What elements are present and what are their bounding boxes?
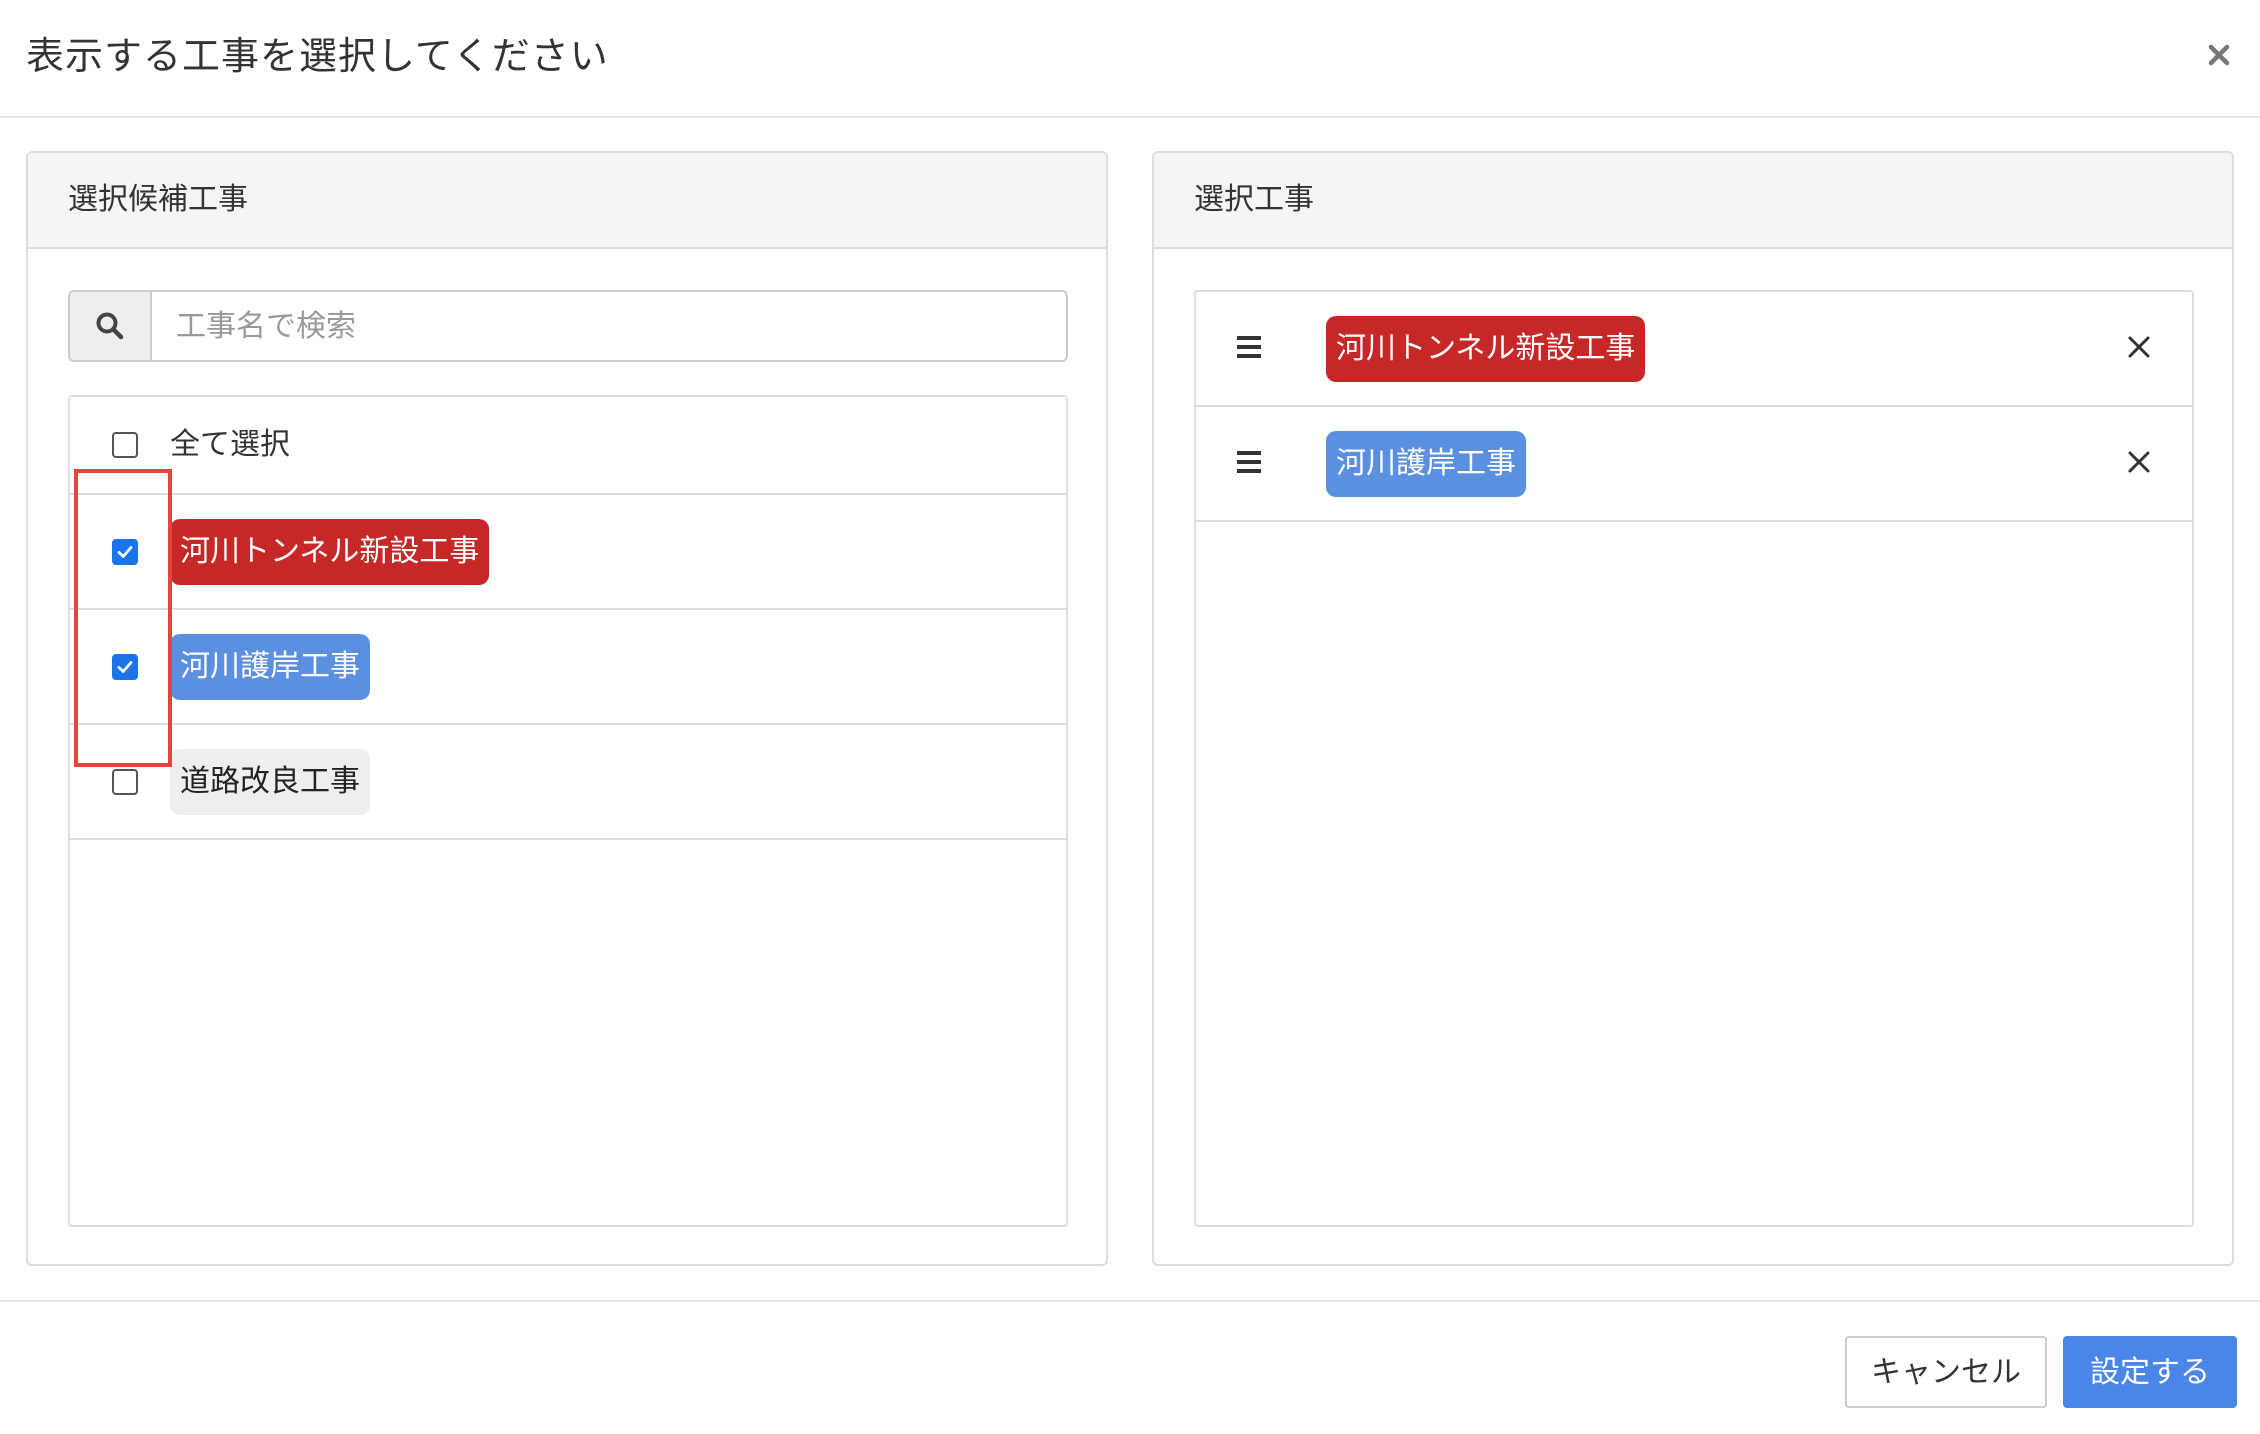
candidate-item-0[interactable]: 河川トンネル新設工事 bbox=[70, 495, 1066, 610]
select-all-checkbox[interactable] bbox=[112, 432, 138, 458]
selected-item-0[interactable]: 河川トンネル新設工事 bbox=[1196, 292, 2192, 407]
search-icon bbox=[96, 312, 124, 340]
candidate-checkbox-2[interactable] bbox=[112, 769, 138, 795]
selected-item-1[interactable]: 河川護岸工事 bbox=[1196, 407, 2192, 522]
candidate-tag-1: 河川護岸工事 bbox=[170, 634, 370, 700]
search-group bbox=[68, 290, 1068, 362]
checkmark-icon bbox=[117, 661, 133, 673]
select-all-label: 全て選択 bbox=[170, 427, 290, 462]
selected-panel-heading: 選択工事 bbox=[1154, 153, 2232, 249]
drag-handle-icon[interactable] bbox=[1234, 332, 1264, 362]
candidates-list: 全て選択 河川トンネル新設工事 河川護岸工事 道路改良工事 bbox=[68, 395, 1068, 1227]
selected-tag-0: 河川トンネル新設工事 bbox=[1326, 316, 1646, 382]
modal-header: 表示する工事を選択してください bbox=[0, 0, 2260, 118]
candidates-panel: 選択候補工事 全て選択 河川トンネル新設工事 bbox=[26, 151, 1108, 1266]
modal-title: 表示する工事を選択してください bbox=[26, 34, 609, 78]
candidate-checkbox-1[interactable] bbox=[112, 654, 138, 680]
checkmark-icon bbox=[117, 546, 133, 558]
selected-panel: 選択工事 河川トンネル新設工事 河川護岸工事 bbox=[1152, 151, 2234, 1266]
drag-handle-icon[interactable] bbox=[1234, 447, 1264, 477]
search-input[interactable] bbox=[150, 290, 1068, 362]
candidate-checkbox-0[interactable] bbox=[112, 539, 138, 565]
candidate-item-2[interactable]: 道路改良工事 bbox=[70, 725, 1066, 840]
select-all-row[interactable]: 全て選択 bbox=[70, 397, 1066, 495]
candidate-item-1[interactable]: 河川護岸工事 bbox=[70, 610, 1066, 725]
selected-list: 河川トンネル新設工事 河川護岸工事 bbox=[1194, 290, 2194, 1227]
close-button[interactable] bbox=[2194, 30, 2244, 80]
candidate-tag-2: 道路改良工事 bbox=[170, 749, 370, 815]
candidate-tag-0: 河川トンネル新設工事 bbox=[170, 519, 490, 585]
remove-icon[interactable] bbox=[2124, 447, 2154, 477]
selected-tag-1: 河川護岸工事 bbox=[1326, 431, 1526, 497]
candidates-panel-heading: 選択候補工事 bbox=[28, 153, 1106, 249]
close-icon bbox=[2208, 44, 2230, 66]
submit-button[interactable]: 設定する bbox=[2063, 1336, 2237, 1408]
remove-icon[interactable] bbox=[2124, 332, 2154, 362]
search-addon bbox=[68, 290, 150, 362]
modal-footer: キャンセル 設定する bbox=[0, 1300, 2260, 1434]
select-construction-modal: 表示する工事を選択してください 選択候補工事 全て選択 bbox=[0, 0, 2260, 1432]
cancel-button[interactable]: キャンセル bbox=[1845, 1336, 2047, 1408]
